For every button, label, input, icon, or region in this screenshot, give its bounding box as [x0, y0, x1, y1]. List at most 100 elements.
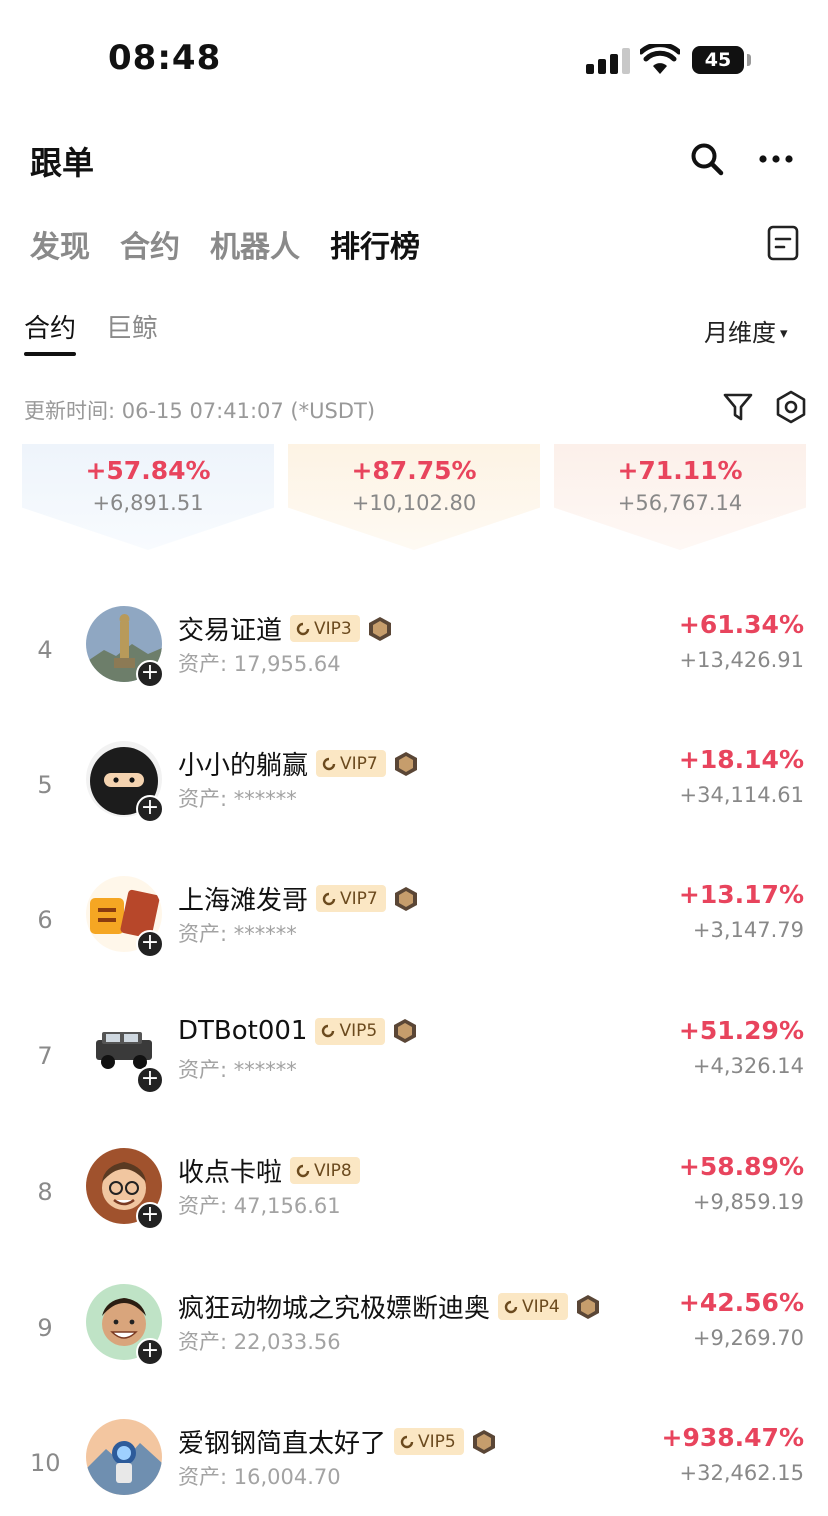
- leaderboard-row[interactable]: 9 + 疯狂动物城之究极嫖断迪奥 VIP4 资产: 22,033.56 +42.…: [0, 1270, 828, 1400]
- trader-assets: 资产: ******: [178, 1058, 297, 1082]
- follow-plus-icon[interactable]: +: [136, 930, 164, 958]
- medal-icon: [394, 751, 417, 776]
- vip-ring-icon: [322, 892, 336, 905]
- roi-percent: +938.47%: [661, 1423, 804, 1452]
- rank-number: 9: [37, 1314, 53, 1342]
- trader-name: 收点卡啦: [178, 1158, 283, 1188]
- trader-name-line: 小小的躺赢 VIP7: [178, 745, 418, 782]
- filter-icon[interactable]: [722, 391, 754, 423]
- tab-robot[interactable]: 机器人: [210, 222, 300, 266]
- status-bar: 08:48 45: [0, 0, 828, 110]
- astronaut-avatar[interactable]: [86, 1419, 162, 1495]
- follow-plus-icon[interactable]: +: [136, 660, 164, 688]
- vip-badge: VIP5: [394, 1428, 464, 1455]
- roi-percent: +18.14%: [678, 745, 804, 774]
- profit-amount: +34,114.61: [679, 783, 804, 807]
- profit-amount: +9,859.19: [692, 1190, 804, 1214]
- follow-plus-icon[interactable]: +: [136, 1202, 164, 1230]
- leaderboard-row[interactable]: 10 + 爱钢钢简直太好了 VIP5 资产: 16,004.70 +938.47…: [0, 1405, 828, 1516]
- leaderboard-row[interactable]: 7 + DTBot001 VIP5 资产: ****** +51.29% +4,…: [0, 998, 828, 1128]
- trader-assets: 资产: 16,004.70: [178, 1465, 341, 1489]
- rank-number: 6: [37, 906, 53, 934]
- document-icon[interactable]: [766, 224, 800, 262]
- wifi-icon: [640, 44, 680, 74]
- medal-icon: [394, 886, 417, 911]
- leaderboard-row[interactable]: 4 + 交易证道 VIP3 资产: 17,955.64 +61.34% +13,…: [0, 592, 828, 722]
- trader-assets: 资产: 22,033.56: [178, 1330, 341, 1354]
- more-icon[interactable]: [758, 146, 794, 172]
- vip-ring-icon: [504, 1300, 518, 1313]
- trader-name-line: 爱钢钢简直太好了 VIP5: [178, 1423, 496, 1460]
- vip-level: VIP7: [340, 753, 378, 774]
- caret-down-icon: ▾: [780, 324, 788, 342]
- roi-percent: +42.56%: [678, 1288, 804, 1317]
- tab-discover[interactable]: 发现: [30, 222, 90, 266]
- vip-badge: VIP3: [290, 615, 360, 642]
- roi-percent: +13.17%: [678, 880, 804, 909]
- trader-name: 疯狂动物城之究极嫖断迪奥: [178, 1294, 491, 1324]
- vip-level: VIP5: [418, 1431, 456, 1452]
- profit-amount: +13,426.91: [679, 648, 804, 672]
- settings-icon[interactable]: [774, 390, 808, 424]
- trader-name-line: DTBot001 VIP5: [178, 1016, 417, 1046]
- podium-amount: +10,102.80: [351, 491, 477, 515]
- search-icon[interactable]: [690, 142, 724, 176]
- leaderboard-row[interactable]: 8 + 收点卡啦 VIP8 资产: 47,156.61 +58.89% +9,8…: [0, 1134, 828, 1264]
- rank-number: 10: [30, 1449, 61, 1477]
- page-title: 跟单: [30, 144, 95, 182]
- vip-level: VIP7: [340, 888, 378, 909]
- podium-percent: +57.84%: [85, 456, 211, 485]
- trader-name-line: 疯狂动物城之究极嫖断迪奥 VIP4: [178, 1288, 600, 1325]
- medal-icon: [368, 616, 391, 641]
- vip-badge: VIP8: [290, 1157, 360, 1184]
- medal-icon: [472, 1429, 495, 1454]
- rank-number: 5: [37, 771, 53, 799]
- trader-assets: 资产: ******: [178, 787, 297, 811]
- tab-leaderboard[interactable]: 排行榜: [330, 222, 420, 266]
- leaderboard-row[interactable]: 6 + 上海滩发哥 VIP7 资产: ****** +13.17% +3,147…: [0, 862, 828, 992]
- vip-ring-icon: [322, 1024, 335, 1038]
- cellular-signal-icon: [586, 48, 630, 74]
- vip-badge: VIP7: [316, 885, 386, 912]
- vip-level: VIP5: [339, 1021, 378, 1041]
- follow-plus-icon[interactable]: +: [136, 795, 164, 823]
- trader-assets: 资产: ******: [178, 922, 297, 946]
- vip-level: VIP8: [314, 1160, 352, 1181]
- medal-icon: [394, 1019, 417, 1043]
- vip-badge: VIP5: [315, 1017, 386, 1045]
- update-time: 更新时间: 06-15 07:41:07 (*USDT): [24, 399, 376, 423]
- subtab-contract[interactable]: 合约: [24, 308, 76, 345]
- rank-number: 8: [37, 1178, 53, 1206]
- roi-percent: +58.89%: [678, 1152, 804, 1181]
- rank-number: 7: [37, 1042, 53, 1070]
- trader-assets: 资产: 17,955.64: [178, 652, 341, 676]
- trader-name: 上海滩发哥: [178, 886, 309, 916]
- trader-name: 小小的躺赢: [178, 751, 309, 781]
- podium-second[interactable]: +57.84% +6,891.51: [22, 444, 274, 550]
- podium-first[interactable]: +87.75% +10,102.80: [288, 444, 540, 550]
- leaderboard-row[interactable]: 5 + 小小的躺赢 VIP7 资产: ****** +18.14% +34,11…: [0, 727, 828, 857]
- profit-amount: +4,326.14: [692, 1054, 804, 1078]
- profit-amount: +9,269.70: [692, 1326, 804, 1350]
- period-dropdown[interactable]: 月维度 ▾: [704, 313, 788, 348]
- vip-ring-icon: [296, 1164, 310, 1177]
- podium-amount: +56,767.14: [617, 491, 743, 515]
- vip-badge: VIP7: [316, 750, 386, 777]
- roi-percent: +61.34%: [678, 610, 804, 639]
- vip-ring-icon: [296, 622, 310, 635]
- podium-amount: +6,891.51: [92, 491, 204, 515]
- follow-plus-icon[interactable]: +: [136, 1066, 164, 1094]
- vip-level: VIP3: [314, 618, 352, 639]
- subtab-whale[interactable]: 巨鲸: [106, 308, 158, 345]
- vip-level: VIP4: [522, 1296, 560, 1317]
- podium-third[interactable]: +71.11% +56,767.14: [554, 444, 806, 550]
- follow-plus-icon[interactable]: +: [136, 1338, 164, 1366]
- vip-badge: VIP4: [498, 1293, 568, 1320]
- subtab-indicator: [24, 352, 76, 356]
- trader-name: 爱钢钢简直太好了: [178, 1429, 387, 1459]
- vip-ring-icon: [400, 1435, 414, 1448]
- tab-contract[interactable]: 合约: [120, 222, 180, 266]
- trader-name: 交易证道: [178, 616, 283, 646]
- trader-name: DTBot001: [178, 1016, 308, 1046]
- medal-icon: [576, 1294, 599, 1319]
